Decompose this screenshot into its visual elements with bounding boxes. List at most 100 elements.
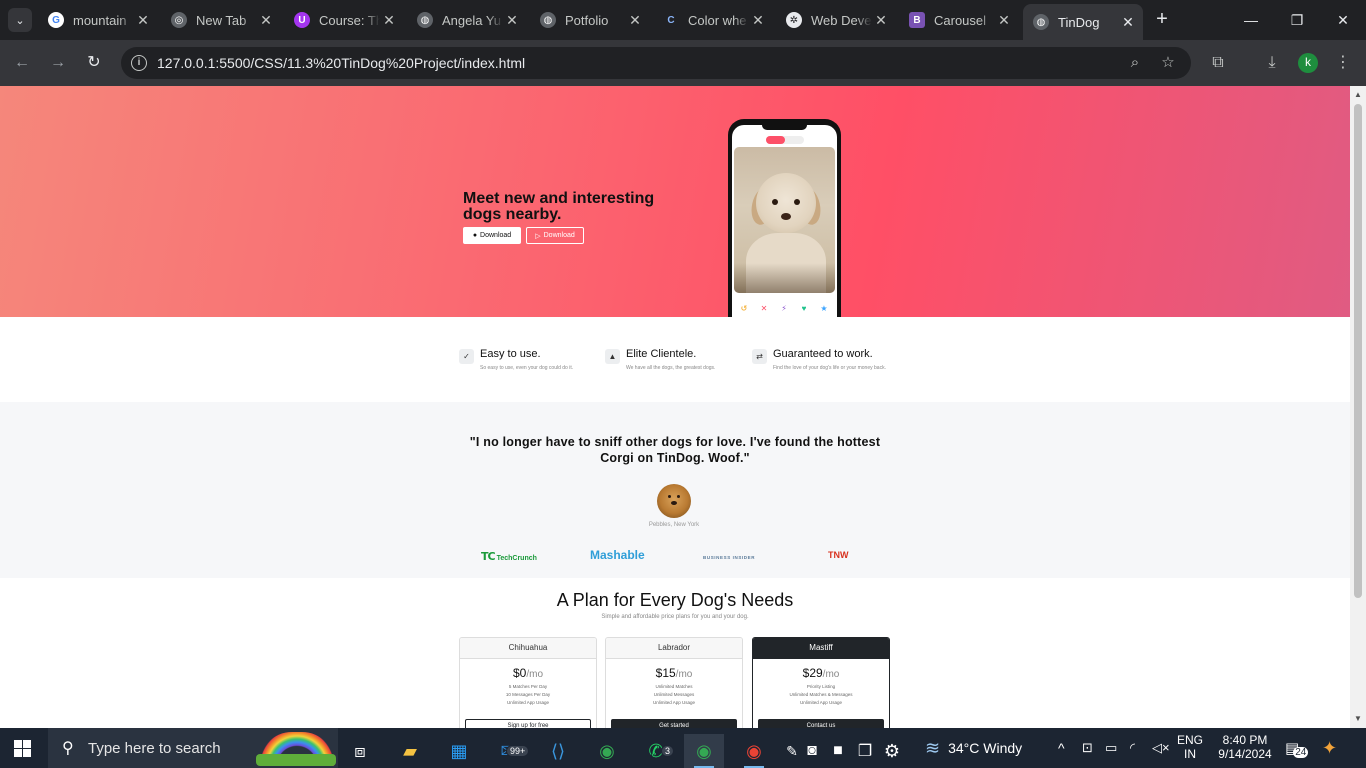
globe-icon: ◍ xyxy=(540,12,556,28)
scroll-up-icon[interactable]: ▲ xyxy=(1353,90,1363,99)
button-label: Download xyxy=(480,232,512,239)
close-tab-icon[interactable]: ✕ xyxy=(749,12,767,29)
tab-course[interactable]: U Course: Th ✕ xyxy=(284,6,404,34)
reload-button[interactable]: ↻ xyxy=(82,51,106,75)
tab-mountain[interactable]: G mountain ✕ xyxy=(38,6,158,34)
phone-notch xyxy=(762,125,807,130)
forward-button[interactable]: → xyxy=(46,51,70,75)
tab-title: Course: Th xyxy=(319,12,380,28)
scroll-down-icon[interactable]: ▼ xyxy=(1353,714,1363,723)
chrome-icon: ◎ xyxy=(171,12,187,28)
tab-search-button[interactable]: ⌄ xyxy=(8,8,32,32)
close-tab-icon[interactable]: ✕ xyxy=(1119,14,1137,31)
url-text[interactable]: 127.0.0.1:5500/CSS/11.3%20TinDog%20Proje… xyxy=(157,55,525,71)
file-explorer-icon[interactable]: ▰ xyxy=(390,734,430,768)
tab-potfolio[interactable]: ◍ Potfolio ✕ xyxy=(530,6,650,34)
phone-mockup: ↺ ✕ ⚡ ♥ ★ xyxy=(728,119,841,319)
wifi-icon[interactable]: ◜ xyxy=(1130,728,1135,768)
plan-price: $15/mo xyxy=(655,666,693,680)
site-info-icon[interactable]: i xyxy=(131,55,147,71)
pricing-section: A Plan for Every Dog's Needs Simple and … xyxy=(0,578,1350,728)
feature-text: So easy to use, even your dog could do i… xyxy=(480,365,574,371)
apple-download-button[interactable]: ● Download xyxy=(463,227,521,244)
notification-center-icon[interactable]: ▤ 24 xyxy=(1285,728,1309,768)
settings-gear-icon[interactable]: ⚙ xyxy=(872,734,912,768)
business-insider-logo: BUSINESS INSIDER xyxy=(703,555,756,560)
close-tab-icon[interactable]: ✕ xyxy=(257,12,275,29)
meet-icon[interactable]: ⊡ xyxy=(1082,728,1093,768)
minimize-button[interactable]: — xyxy=(1236,8,1266,32)
arrow-right-icon: → xyxy=(50,54,66,71)
reload-icon: ↻ xyxy=(87,54,101,71)
back-button[interactable]: ← xyxy=(10,51,34,75)
download-icon[interactable]: ⤓ xyxy=(1261,52,1283,74)
close-tab-icon[interactable]: ✕ xyxy=(872,12,890,29)
bookmark-star-icon[interactable]: ☆ xyxy=(1158,53,1178,73)
tab-title: Potfolio xyxy=(565,12,609,28)
feature-heading: Guaranteed to work. xyxy=(773,348,873,360)
plan-name: Chihuahua xyxy=(460,638,596,659)
weather-widget[interactable]: ≋ 34°C Windy xyxy=(925,728,1022,768)
menu-dots-icon[interactable]: ⋮ xyxy=(1332,52,1354,74)
tab-new-tab[interactable]: ◎ New Tab ✕ xyxy=(161,6,281,34)
close-tab-icon[interactable]: ✕ xyxy=(995,12,1013,29)
rewind-icon: ↺ xyxy=(740,304,748,313)
show-hidden-icons[interactable]: ^ xyxy=(1058,728,1065,768)
profile-avatar[interactable]: k xyxy=(1298,53,1318,73)
tab-color-wheel[interactable]: C Color whe ✕ xyxy=(653,6,773,34)
language-indicator[interactable]: ENG IN xyxy=(1175,733,1205,761)
tab-angela-yu[interactable]: ◍ Angela Yu ✕ xyxy=(407,6,527,34)
tab-title: Carousel xyxy=(934,12,987,28)
nope-icon: ✕ xyxy=(760,304,768,313)
search-icon: ⚲ xyxy=(62,740,74,757)
windows-start-button[interactable] xyxy=(14,740,31,757)
close-window-button[interactable]: ✕ xyxy=(1328,8,1358,32)
hero-section: Meet new and interesting dogs nearby. ● … xyxy=(0,86,1350,319)
close-tab-icon[interactable]: ✕ xyxy=(380,12,398,29)
chrome-icon[interactable]: ◉ xyxy=(587,734,627,768)
tab-tindog[interactable]: ◍ TinDog ✕ xyxy=(1023,4,1143,40)
vscode-icon[interactable]: ⟨⟩ xyxy=(538,734,578,768)
battery-icon[interactable]: ▭ xyxy=(1105,728,1117,768)
tab-carousel[interactable]: B Carousel ✕ xyxy=(899,6,1019,34)
plan-features: Unlimited Matches Unlimited Messages Unl… xyxy=(652,684,696,705)
hero-title: Meet new and interesting dogs nearby. xyxy=(463,190,655,223)
zoom-icon[interactable]: ⌕ xyxy=(1125,53,1145,73)
restore-button[interactable]: ❐ xyxy=(1282,8,1312,32)
bootstrap-icon: B xyxy=(909,12,925,28)
task-view-icon[interactable]: ⧈ xyxy=(340,734,380,768)
tab-web-dev[interactable]: ✲ Web Deve ✕ xyxy=(776,6,896,34)
clock[interactable]: 8:40 PM 9/14/2024 xyxy=(1208,733,1282,761)
button-label: Download xyxy=(543,232,575,239)
close-tab-icon[interactable]: ✕ xyxy=(134,12,152,29)
google-icon: G xyxy=(48,12,64,28)
chrome-icon-2[interactable]: ◉ xyxy=(734,734,774,768)
browser-toolbar: ← → ↻ i 127.0.0.1:5500/CSS/11.3%20TinDog… xyxy=(0,40,1366,86)
chrome-profile-icon[interactable]: ◉ xyxy=(684,734,724,768)
new-tab-button[interactable]: + xyxy=(1151,8,1173,32)
udemy-icon: U xyxy=(294,12,310,28)
globe-icon: ◍ xyxy=(417,12,433,28)
wind-icon: ≋ xyxy=(925,737,941,758)
tab-title: New Tab xyxy=(196,12,247,28)
signup-free-button[interactable]: Sign up for free xyxy=(465,719,591,728)
testimonial-quote: "I no longer have to sniff other dogs fo… xyxy=(469,435,881,465)
plan-features: 5 Matches Per Day 10 Messages Per Day Un… xyxy=(505,684,551,705)
google-play-download-button[interactable]: ▷ Download xyxy=(526,227,584,244)
search-placeholder: Type here to search xyxy=(88,740,221,757)
copilot-icon[interactable]: ✦ xyxy=(1322,728,1337,768)
scrollbar-thumb[interactable] xyxy=(1354,104,1362,598)
get-started-button[interactable]: Get started xyxy=(611,719,737,728)
close-tab-icon[interactable]: ✕ xyxy=(626,12,644,29)
plan-price: $29/mo xyxy=(802,666,840,680)
mashable-logo: Mashable xyxy=(590,548,645,562)
contact-us-button[interactable]: Contact us xyxy=(758,719,884,728)
extensions-icon[interactable]: ⧉ xyxy=(1207,52,1229,74)
microsoft-store-icon[interactable]: ▦ xyxy=(439,734,479,768)
address-bar[interactable]: i 127.0.0.1:5500/CSS/11.3%20TinDog%20Pro… xyxy=(121,47,1191,79)
speaker-muted-icon[interactable]: ◁× xyxy=(1152,728,1170,768)
apple-icon: ● xyxy=(472,232,478,239)
app-toggle xyxy=(766,136,804,144)
close-tab-icon[interactable]: ✕ xyxy=(503,12,521,29)
page-scrollbar[interactable]: ▲ ▼ xyxy=(1350,86,1366,728)
